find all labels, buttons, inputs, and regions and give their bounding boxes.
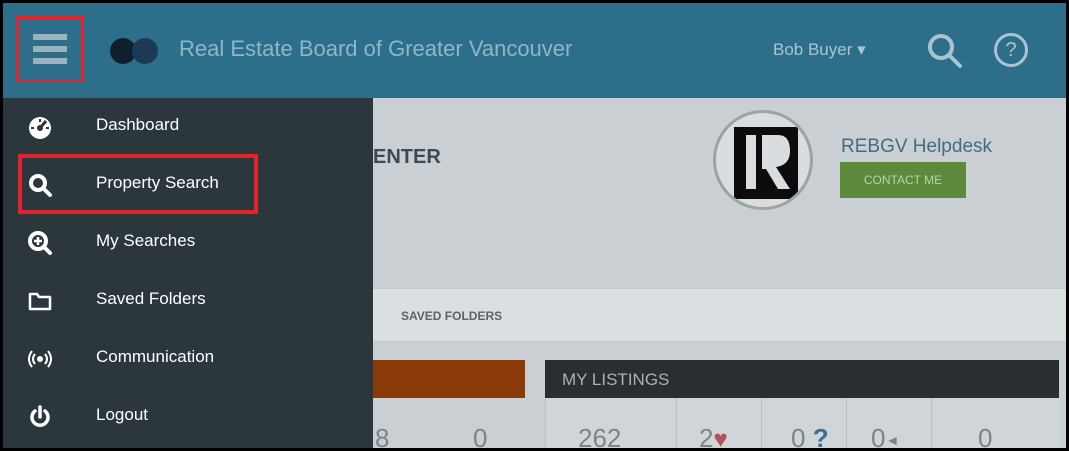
user-menu-dropdown[interactable]: Bob Buyer ▾	[773, 40, 866, 60]
help-icon[interactable]: ?	[994, 33, 1028, 67]
summary-stat[interactable]: 8	[375, 423, 389, 448]
sidebar-item-label: Logout	[96, 405, 148, 424]
divider	[846, 398, 847, 448]
sidebar-nav: Dashboard Property Search My Searches Sa…	[3, 98, 373, 448]
sidebar-item-label: Communication	[96, 347, 215, 366]
sidebar-item-logout[interactable]: Logout	[3, 388, 373, 446]
tab-saved-folders[interactable]: SAVED FOLDERS	[401, 309, 502, 323]
questions-value: 0	[791, 423, 806, 451]
contact-me-button[interactable]: CONTACT ME	[840, 162, 966, 198]
hamburger-menu-button[interactable]	[16, 16, 84, 82]
favorites-count[interactable]: 2♥	[699, 423, 728, 451]
highlight-box	[18, 154, 258, 214]
megaphone-icon: ◄	[885, 432, 900, 449]
search-plus-icon	[27, 230, 53, 256]
top-bar: Real Estate Board of Greater Vancouver B…	[3, 3, 1066, 98]
listing-stats: 262 2♥ 0 ? 0◄ 0	[545, 398, 1060, 448]
my-listings-header: MY LISTINGS	[545, 360, 1059, 398]
brand-logo-icon	[110, 38, 158, 64]
question-icon: ?	[812, 423, 829, 451]
sidebar-item-label: Saved Folders	[96, 289, 206, 308]
main-content: ENTER REBGV Helpdesk CONTACT ME SAVED FO…	[373, 98, 1066, 448]
listing-total-count[interactable]: 262	[578, 423, 621, 448]
helpdesk-name: REBGV Helpdesk	[841, 136, 993, 157]
sidebar-item-my-searches[interactable]: My Searches	[3, 214, 373, 272]
sidebar-item-saved-folders[interactable]: Saved Folders	[3, 272, 373, 330]
other-count[interactable]: 0	[978, 423, 992, 448]
dashboard-icon	[27, 114, 53, 140]
helpdesk-avatar	[713, 110, 813, 210]
divider	[676, 398, 677, 448]
divider	[931, 398, 932, 448]
heart-icon: ♥	[713, 426, 728, 451]
realtor-logo-icon	[734, 127, 798, 205]
power-icon	[27, 404, 53, 430]
search-icon[interactable]	[927, 33, 963, 69]
broadcast-icon	[27, 346, 53, 372]
questions-count[interactable]: 0 ?	[791, 423, 829, 451]
sidebar-item-label: My Searches	[96, 231, 196, 250]
app-title: Real Estate Board of Greater Vancouver	[179, 36, 573, 61]
summary-stat[interactable]: 0	[473, 423, 487, 448]
tab-bar: SAVED FOLDERS	[373, 288, 1066, 342]
sidebar-item-dashboard[interactable]: Dashboard	[3, 98, 373, 156]
hamburger-icon	[33, 34, 67, 64]
folder-icon	[27, 288, 53, 314]
announcements-value: 0	[871, 423, 886, 451]
sidebar-item-label: Dashboard	[96, 115, 180, 134]
page-title: ENTER	[373, 146, 441, 168]
announcements-count[interactable]: 0◄	[871, 423, 900, 451]
sidebar-item-communication[interactable]: Communication	[3, 330, 373, 388]
summary-panel-header	[373, 360, 525, 398]
divider	[761, 398, 762, 448]
favorites-value: 2	[699, 423, 714, 451]
app-window: ENTER REBGV Helpdesk CONTACT ME SAVED FO…	[0, 0, 1069, 451]
